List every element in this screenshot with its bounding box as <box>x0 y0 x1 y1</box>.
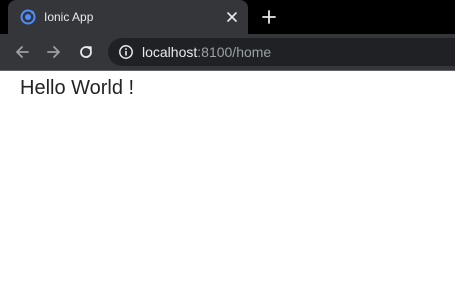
arrow-left-icon[interactable] <box>12 42 32 62</box>
page-content: Hello World ! <box>0 71 455 291</box>
ionic-logo-icon <box>20 9 36 25</box>
url-path: :8100/home <box>197 44 272 60</box>
page-greeting: Hello World ! <box>20 77 135 99</box>
close-icon[interactable] <box>224 9 240 25</box>
reload-icon[interactable] <box>76 42 96 62</box>
tab-title: Ionic App <box>44 10 94 24</box>
url-host: localhost <box>142 44 198 60</box>
info-icon[interactable] <box>118 44 134 60</box>
address-bar[interactable]: localhost:8100/home <box>108 38 455 66</box>
url-text: localhost:8100/home <box>142 44 271 60</box>
browser-tab[interactable]: Ionic App <box>8 0 248 34</box>
arrow-right-icon[interactable] <box>44 42 64 62</box>
browser-toolbar: localhost:8100/home <box>0 34 455 70</box>
tab-strip: Ionic App <box>0 0 455 34</box>
plus-icon[interactable] <box>260 8 278 26</box>
